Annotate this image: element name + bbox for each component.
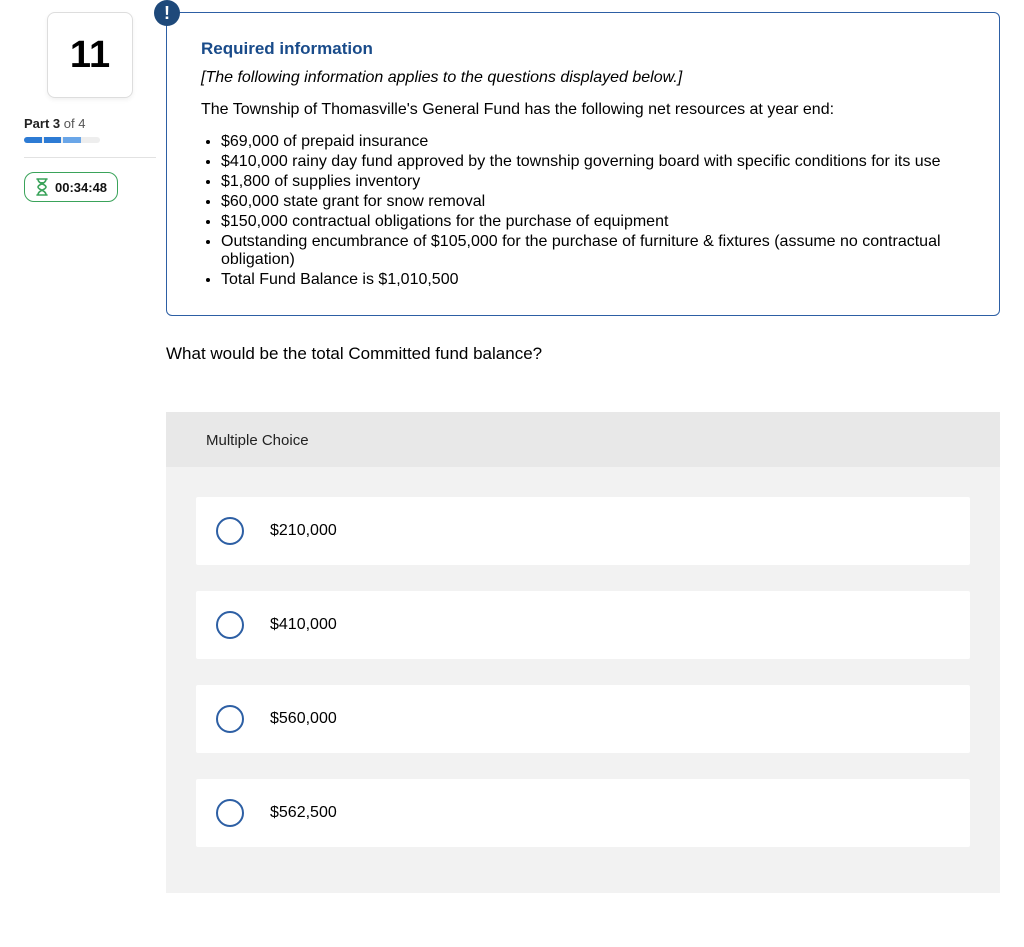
progress-segment — [44, 137, 62, 143]
list-item: Outstanding encumbrance of $105,000 for … — [221, 233, 971, 269]
radio-icon — [216, 705, 244, 733]
part-progress — [24, 137, 100, 143]
question-number: 11 — [70, 34, 110, 77]
timer[interactable]: 00:34:48 — [24, 172, 118, 202]
part-indicator: Part 3 of 4 — [24, 116, 156, 131]
required-info-intro: The Township of Thomasville's General Fu… — [201, 101, 971, 119]
list-item: $150,000 contractual obligations for the… — [221, 213, 971, 231]
divider — [24, 157, 156, 158]
list-item: $410,000 rainy day fund approved by the … — [221, 153, 971, 171]
info-badge-icon: ! — [154, 0, 180, 26]
required-info-box: ! Required information [The following in… — [166, 12, 1000, 316]
list-item: $69,000 of prepaid insurance — [221, 133, 971, 151]
answer-option[interactable]: $210,000 — [196, 497, 970, 565]
timer-value: 00:34:48 — [55, 180, 107, 195]
list-item: $60,000 state grant for snow removal — [221, 193, 971, 211]
sidebar: 11 Part 3 of 4 00:34:48 — [24, 12, 156, 202]
multiple-choice-options: $210,000 $410,000 $560,000 $562,500 — [166, 467, 1000, 847]
main-content: ! Required information [The following in… — [166, 12, 1000, 893]
radio-icon — [216, 611, 244, 639]
radio-icon — [216, 517, 244, 545]
list-item: $1,800 of supplies inventory — [221, 173, 971, 191]
progress-segment — [63, 137, 81, 143]
progress-segment — [24, 137, 42, 143]
answer-option[interactable]: $562,500 — [196, 779, 970, 847]
radio-icon — [216, 799, 244, 827]
required-info-list: $69,000 of prepaid insurance $410,000 ra… — [201, 133, 971, 289]
question-number-card[interactable]: 11 — [47, 12, 133, 98]
answer-option[interactable]: $410,000 — [196, 591, 970, 659]
hourglass-icon — [35, 178, 49, 196]
list-item: Total Fund Balance is $1,010,500 — [221, 271, 971, 289]
required-info-subtitle: [The following information applies to th… — [201, 69, 971, 87]
multiple-choice-block: Multiple Choice $210,000 $410,000 $560,0… — [166, 412, 1000, 893]
answer-option-label: $562,500 — [270, 804, 337, 822]
required-info-title: Required information — [201, 39, 971, 59]
answer-option-label: $410,000 — [270, 616, 337, 634]
answer-option-label: $560,000 — [270, 710, 337, 728]
part-indicator-total: of 4 — [60, 116, 85, 131]
multiple-choice-header: Multiple Choice — [166, 412, 1000, 467]
progress-segment — [83, 137, 101, 143]
question-prompt: What would be the total Committed fund b… — [166, 344, 1000, 364]
answer-option-label: $210,000 — [270, 522, 337, 540]
part-indicator-current: Part 3 — [24, 116, 60, 131]
answer-option[interactable]: $560,000 — [196, 685, 970, 753]
